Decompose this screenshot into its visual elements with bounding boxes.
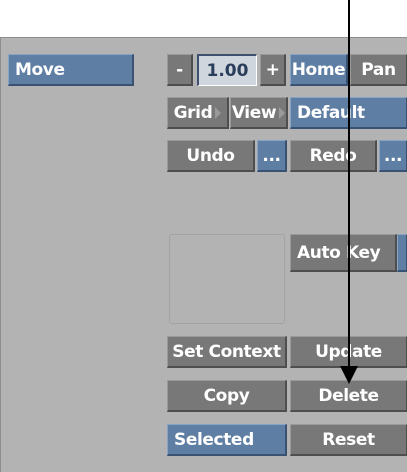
selected-button[interactable]: Selected [167, 424, 287, 456]
copy-button[interactable]: Copy [167, 380, 287, 412]
home-button[interactable]: Home [290, 54, 348, 86]
callout-arrow-head-icon [340, 366, 358, 384]
grid-label: Grid [173, 102, 213, 123]
auto-key-button[interactable]: Auto Key [290, 234, 397, 272]
pan-button[interactable]: Pan [350, 54, 407, 86]
zoom-minus-button[interactable]: - [167, 54, 193, 86]
reset-button[interactable]: Reset [290, 424, 407, 456]
auto-key-toggle[interactable] [397, 234, 407, 272]
zoom-plus-button[interactable]: + [260, 54, 286, 86]
set-context-button[interactable]: Set Context [167, 336, 287, 368]
callout-arrow-line [348, 0, 350, 368]
view-dropdown-arrow-icon [279, 106, 286, 119]
undo-button[interactable]: Undo [167, 140, 255, 172]
tool-panel: Move - 1.00 + Home Pan Grid View Default… [0, 37, 407, 472]
redo-list-button[interactable]: ... [379, 140, 407, 172]
zoom-field[interactable]: 1.00 [197, 54, 257, 86]
undo-list-button[interactable]: ... [257, 140, 287, 172]
grid-button[interactable]: Grid [167, 97, 229, 129]
empty-preview-box [169, 234, 285, 324]
move-mode-button[interactable]: Move [8, 54, 134, 86]
view-button[interactable]: View [230, 97, 288, 129]
delete-button[interactable]: Delete [290, 380, 407, 412]
redo-button[interactable]: Redo [290, 140, 377, 172]
view-label: View [231, 102, 277, 123]
grid-dropdown-arrow-icon [215, 106, 222, 119]
